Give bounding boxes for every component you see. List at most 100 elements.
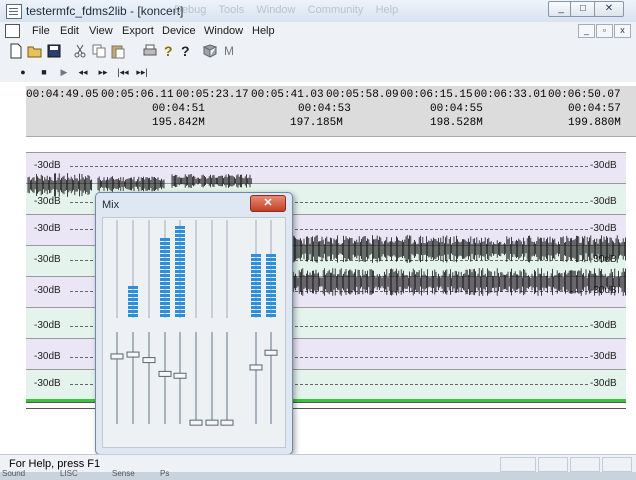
meter-segment [251, 254, 261, 257]
meter-segment [251, 274, 261, 277]
status-bar: For Help, press F1 [0, 454, 636, 473]
fader-knob[interactable] [142, 357, 156, 364]
meter-segment [251, 302, 261, 305]
fader-knob[interactable] [110, 353, 124, 360]
document-icon[interactable] [5, 24, 20, 38]
meter-segment [266, 306, 276, 309]
fader-knob[interactable] [249, 364, 263, 371]
meter-segment [251, 286, 261, 289]
meter-segment [128, 298, 138, 301]
tool-icon[interactable] [202, 43, 218, 59]
menu-help[interactable]: Help [252, 25, 275, 37]
fader-knob[interactable] [220, 419, 234, 426]
mdi-restore-button[interactable]: ▫ [596, 24, 613, 38]
meter-segment [160, 270, 170, 273]
meter-segment [251, 278, 261, 281]
meter-segment [160, 290, 170, 293]
fader-knob[interactable] [158, 370, 172, 377]
save-icon[interactable] [46, 43, 62, 59]
fader-knob[interactable] [264, 349, 278, 356]
meter-track [226, 220, 228, 318]
fader-track [255, 332, 257, 424]
meter-segment [251, 270, 261, 273]
fast-forward-icon[interactable]: ▸▸ [96, 66, 110, 78]
status-pane [538, 457, 568, 472]
close-button[interactable]: ✕ [594, 1, 624, 17]
fader-knob[interactable] [126, 351, 140, 358]
meter-segment [251, 262, 261, 265]
menu-window[interactable]: Window [204, 25, 243, 37]
mdi-minimize-button[interactable]: _ [578, 24, 595, 38]
mix-close-button[interactable]: ✕ [250, 195, 286, 212]
meter-segment [266, 290, 276, 293]
meter-segment [175, 290, 185, 293]
play-icon[interactable]: ▶ [57, 66, 71, 78]
fader-track [211, 332, 213, 424]
fader-track [132, 332, 134, 424]
menu-export[interactable]: Export [122, 25, 154, 37]
context-help-icon[interactable]: ? [181, 43, 197, 59]
waveform-track-4 [291, 235, 626, 263]
meter-segment [160, 302, 170, 305]
taskbar-item[interactable]: Ps [160, 469, 169, 478]
meter-segment [160, 278, 170, 281]
meter-track [211, 220, 213, 318]
meter-segment [175, 314, 185, 317]
taskbar-item[interactable]: Sound [2, 469, 25, 478]
go-end-icon[interactable]: ▸▸| [135, 66, 149, 78]
meter-segment [251, 258, 261, 261]
window-title: testermfc_fdms2lib - [koncert] [26, 4, 184, 18]
taskbar-strip: Sound LISC Sense Ps [0, 469, 636, 480]
fader-track [270, 332, 272, 424]
maximize-button[interactable]: □ [570, 1, 596, 17]
meter-segment [128, 302, 138, 305]
fader-track [148, 332, 150, 424]
record-icon[interactable]: ● [16, 66, 30, 78]
paste-icon[interactable] [110, 43, 126, 59]
fader-knob[interactable] [173, 372, 187, 379]
meter-segment [160, 282, 170, 285]
meter-segment [160, 310, 170, 313]
meter-segment [160, 250, 170, 253]
fader-knob[interactable] [205, 419, 219, 426]
menu-file[interactable]: File [32, 25, 50, 37]
meter-segment [160, 262, 170, 265]
meter-segment [251, 266, 261, 269]
meter-segment [160, 298, 170, 301]
meter-segment [160, 266, 170, 269]
help-icon[interactable]: ? [164, 43, 180, 59]
taskbar-item[interactable]: LISC [60, 469, 78, 478]
meter-segment [175, 286, 185, 289]
new-icon[interactable] [8, 43, 24, 59]
fader-knob[interactable] [189, 419, 203, 426]
meter-segment [128, 306, 138, 309]
print-icon[interactable] [142, 43, 158, 59]
waveform-track-5 [291, 268, 626, 296]
stop-icon[interactable]: ■ [37, 66, 51, 78]
meter-segment [128, 290, 138, 293]
open-icon[interactable] [27, 43, 43, 59]
menu-device[interactable]: Device [162, 25, 196, 37]
meter-segment [160, 254, 170, 257]
meter-track [148, 220, 150, 318]
meter-segment [175, 238, 185, 241]
copy-icon[interactable] [91, 43, 107, 59]
go-start-icon[interactable]: |◂◂ [116, 66, 130, 78]
menu-view[interactable]: View [89, 25, 113, 37]
rewind-icon[interactable]: ◂◂ [76, 66, 90, 78]
cut-icon[interactable] [72, 43, 88, 59]
meter-segment [175, 254, 185, 257]
meter-segment [175, 282, 185, 285]
m-icon[interactable]: M [224, 43, 240, 59]
meter-segment [160, 286, 170, 289]
meter-segment [251, 290, 261, 293]
meter-segment [266, 294, 276, 297]
toolbar: ? ? M [0, 40, 636, 62]
meter-segment [175, 266, 185, 269]
taskbar-item[interactable]: Sense [112, 469, 135, 478]
menu-edit[interactable]: Edit [60, 25, 79, 37]
mdi-close-button[interactable]: x [614, 24, 631, 38]
meter-segment [160, 294, 170, 297]
meter-segment [175, 302, 185, 305]
meter-segment [175, 234, 185, 237]
